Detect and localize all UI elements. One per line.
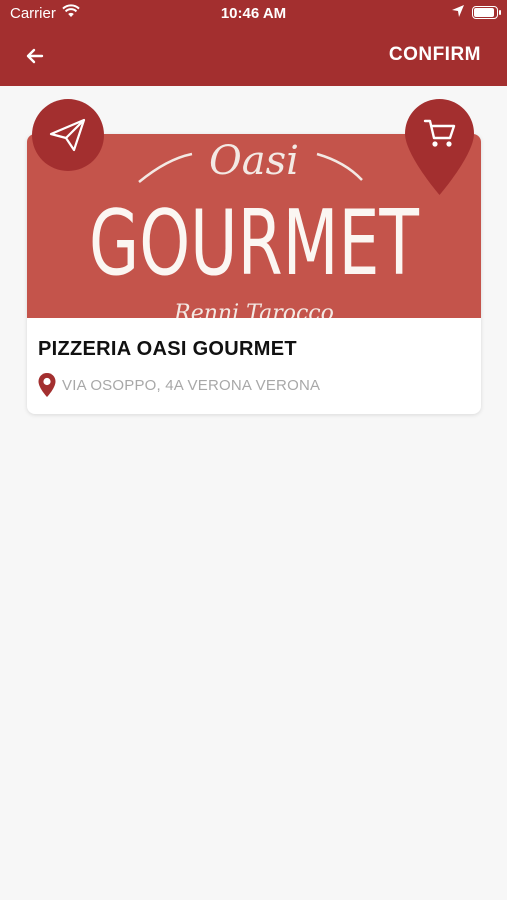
- paper-plane-icon: [49, 118, 86, 152]
- address-text: VIA OSOPPO, 4A VERONA VERONA: [62, 376, 321, 394]
- logo-script-bottom: Renni Tarocco: [173, 301, 334, 318]
- battery-icon: [472, 6, 501, 19]
- logo-script-top: Oasi: [209, 138, 299, 184]
- restaurant-address: VIA OSOPPO, 4A VERONA VERONA: [37, 372, 320, 398]
- back-arrow-icon: [26, 48, 44, 64]
- back-button[interactable]: [20, 42, 50, 70]
- status-time: 10:46 AM: [220, 5, 287, 22]
- restaurant-name: PIZZERIA OASI GOURMET: [38, 338, 297, 360]
- status-bar: Carrier 10:46 AM: [0, 0, 507, 28]
- share-button[interactable]: [32, 99, 104, 171]
- location-arrow-icon: [452, 5, 464, 17]
- logo-main-text: GOURMET: [89, 191, 420, 296]
- app-header: Carrier 10:46 AM CONFIRM: [0, 0, 507, 86]
- cart-button[interactable]: [405, 99, 474, 195]
- location-pin-icon: [38, 373, 56, 397]
- confirm-button[interactable]: CONFIRM: [389, 44, 481, 66]
